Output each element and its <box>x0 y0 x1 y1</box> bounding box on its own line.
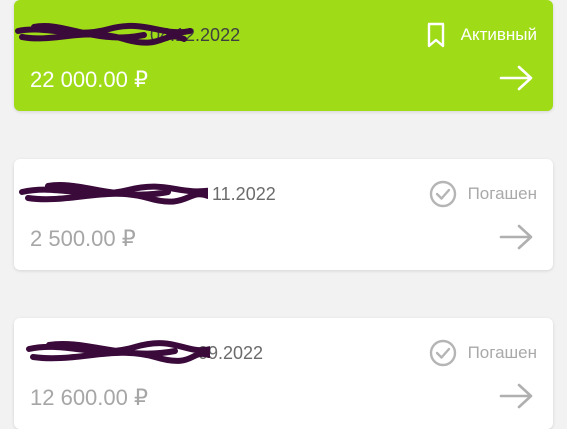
arrow-right-icon[interactable] <box>499 64 535 92</box>
loan-amount: 22 000.00 ₽ <box>30 67 148 92</box>
arrow-right-icon[interactable] <box>499 223 535 251</box>
loan-date: 04.12.2022 <box>15 22 241 46</box>
loan-status-label: Активный <box>460 25 537 44</box>
loan-date-text: 11.2022 <box>212 183 276 204</box>
redaction-scribble <box>19 181 208 205</box>
loan-date-text: 09.2022 <box>198 342 264 363</box>
loan-amount: 2 500.00 ₽ <box>30 226 136 251</box>
loan-status-label: Погашен <box>467 184 537 203</box>
loan-date: 09.2022 <box>26 339 264 364</box>
loan-date-text: 04.12.2022 <box>150 24 241 45</box>
loan-status: Погашен <box>428 338 537 368</box>
loan-card-paid[interactable]: 11.2022 Погашен 2 500.00 ₽ <box>14 159 553 270</box>
loan-card-active[interactable]: 04.12.2022 Активный 22 000.00 ₽ <box>14 0 553 111</box>
loan-status: Активный <box>421 20 537 50</box>
loan-date: 11.2022 <box>19 181 276 205</box>
arrow-right-icon[interactable] <box>499 382 535 410</box>
redaction-scribble <box>26 339 210 364</box>
loan-status: Погашен <box>428 179 537 209</box>
loan-amount: 12 600.00 ₽ <box>30 385 148 410</box>
check-circle-icon <box>429 339 456 367</box>
bookmark-icon <box>427 22 444 48</box>
check-circle-icon <box>429 180 456 208</box>
loan-card-paid[interactable]: 09.2022 Погашен 12 600.00 ₽ <box>14 318 553 429</box>
loan-status-label: Погашен <box>467 343 537 362</box>
